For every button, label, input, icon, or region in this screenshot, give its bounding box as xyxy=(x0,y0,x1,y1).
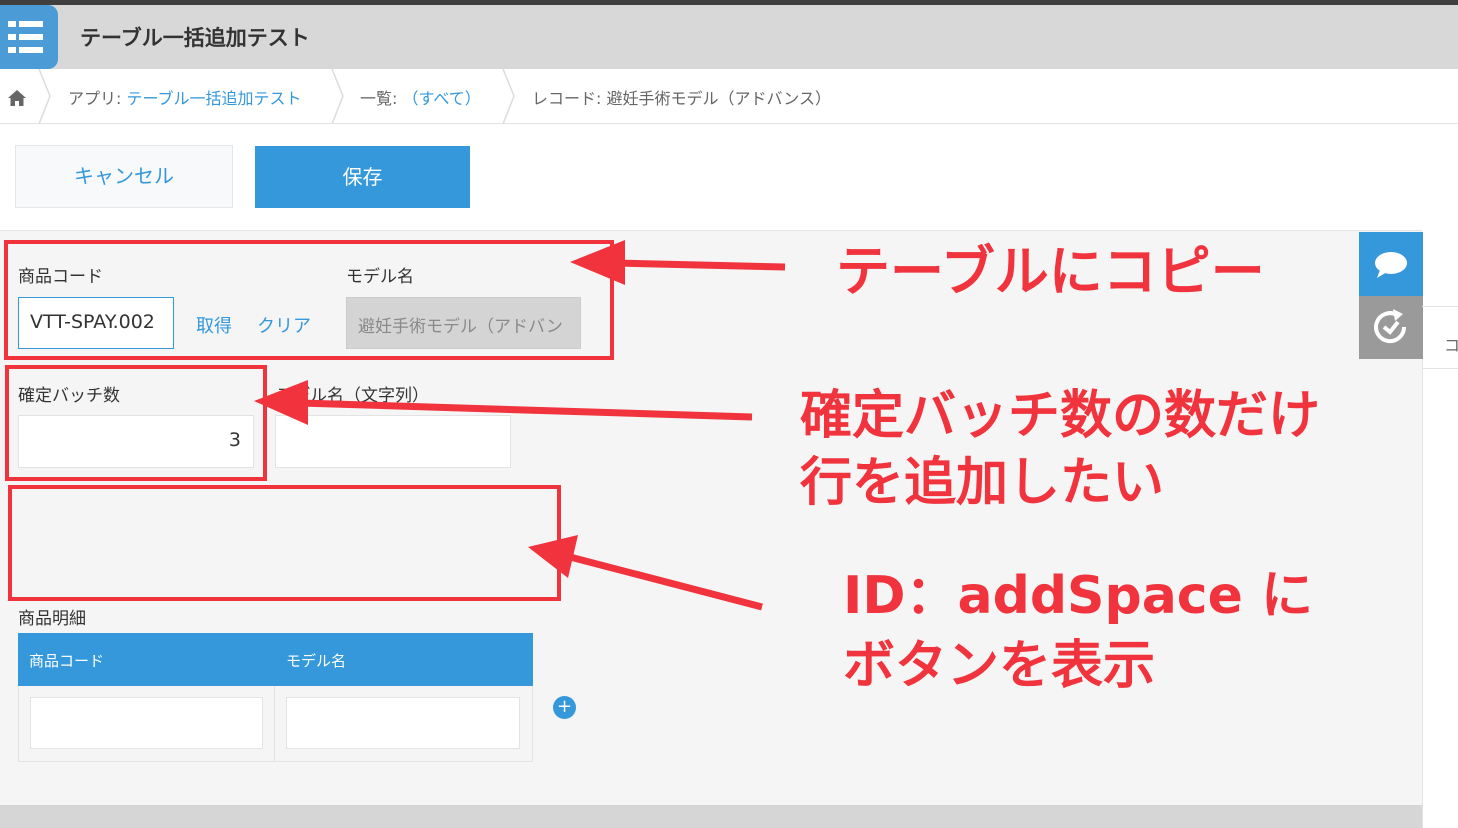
annotation-button-line1: ID：addSpace に xyxy=(843,566,1314,626)
arrow-copy-head xyxy=(570,240,625,285)
annotation-button-line2: ボタンを表示 xyxy=(843,636,1156,696)
arrow-batch-line xyxy=(299,399,753,421)
arrow-addspace-line xyxy=(569,553,763,611)
arrow-addspace-head xyxy=(528,535,578,578)
annotation-copy-to-table: テーブルにコピー xyxy=(836,240,1265,303)
arrow-batch-head xyxy=(254,380,308,425)
annotation-add-rows-line1: 確定バッチ数の数だけ xyxy=(800,386,1321,446)
arrow-copy-line xyxy=(614,259,786,271)
annotation-add-rows-line2: 行を追加したい xyxy=(800,453,1165,513)
